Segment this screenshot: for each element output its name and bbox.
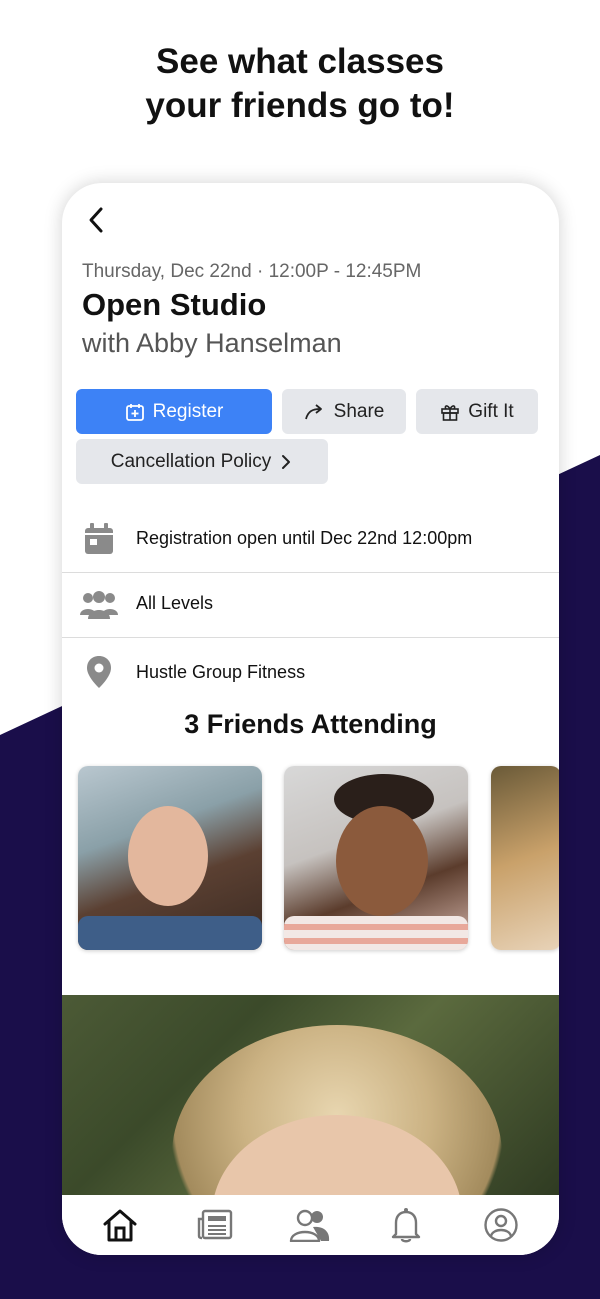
calendar-plus-icon [125,403,144,421]
friend-clothing [78,916,262,950]
profile-icon [484,1208,518,1242]
calendar-icon [85,522,113,554]
friends-icon [290,1209,330,1242]
tab-news[interactable] [193,1203,237,1247]
cancellation-label: Cancellation Policy [110,450,272,472]
bell-icon [391,1208,421,1243]
headline-line-2: your friends go to! [145,86,455,125]
tab-notifications[interactable] [384,1203,428,1247]
friends-attending-heading: 3 Friends Attending [184,709,437,739]
event-title: Open Studio [82,287,267,322]
group-icon [80,590,118,619]
location-pin-icon [87,656,111,688]
register-label: Register [152,400,224,422]
tab-friends[interactable] [288,1203,332,1247]
friend-photo[interactable] [491,766,559,950]
news-icon [197,1209,233,1240]
tab-home[interactable] [98,1203,142,1247]
location-text: Hustle Group Fitness [136,661,306,682]
gift-button[interactable]: Gift It [416,389,538,434]
tab-profile[interactable] [479,1203,523,1247]
cancellation-policy-button[interactable]: Cancellation Policy [76,439,328,484]
location-row[interactable]: Hustle Group Fitness [62,638,559,706]
bottom-tab-bar [62,1195,559,1255]
promo-headline: See what classes your friends go to! [0,40,600,128]
event-datetime: Thursday, Dec 22nd · 12:00P - 12:45PM [82,261,422,282]
home-icon [103,1209,137,1242]
friend-photo[interactable] [78,766,262,950]
friend-clothing [284,916,468,950]
friend-face [128,806,208,906]
share-arrow-icon [304,403,322,419]
registration-text: Registration open until Dec 22nd 12:00pm [136,528,473,548]
phone-screen: Thursday, Dec 22nd · 12:00P - 12:45PM Op… [62,183,559,1255]
gift-label: Gift It [468,400,514,422]
featured-photo [62,995,559,1195]
chevron-left-icon [89,207,103,233]
event-instructor: with Abby Hanselman [82,328,342,358]
level-row: All Levels [62,570,559,638]
registration-row: Registration open until Dec 22nd 12:00pm [62,505,559,573]
register-button[interactable]: Register [76,389,272,434]
share-button[interactable]: Share [282,389,406,434]
gift-icon [441,404,460,421]
friend-face [336,806,428,916]
chevron-right-icon [282,454,291,469]
headline-line-1: See what classes [156,42,444,81]
level-text: All Levels [136,593,214,613]
back-button[interactable] [84,205,110,235]
share-label: Share [333,400,385,422]
friend-photo[interactable] [284,766,468,950]
